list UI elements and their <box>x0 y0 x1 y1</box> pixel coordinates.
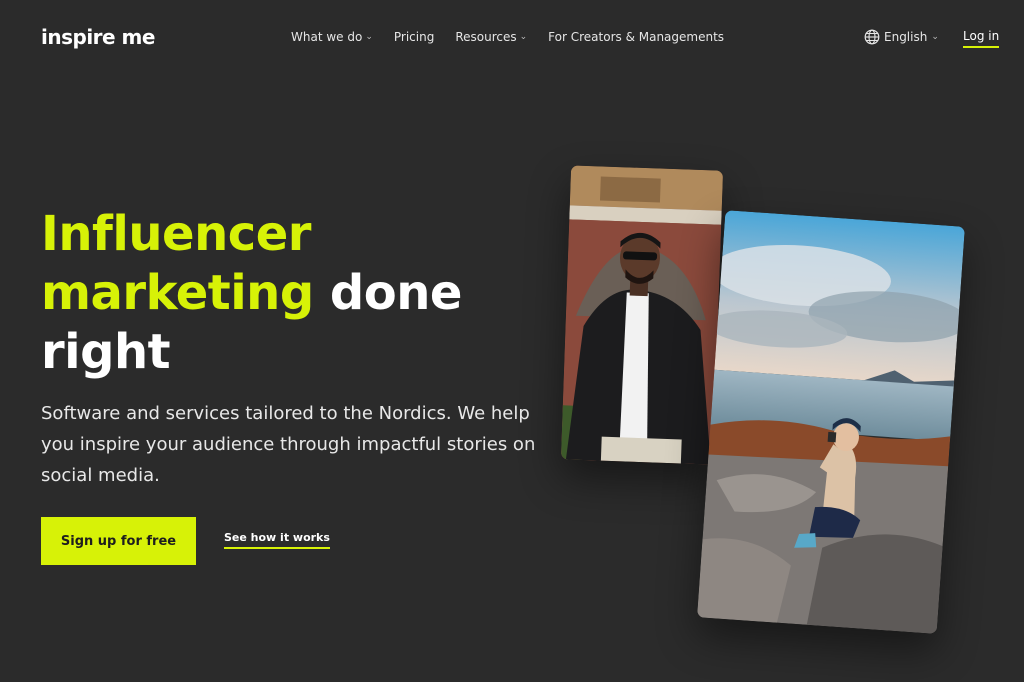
globe-icon <box>864 29 880 45</box>
chevron-down-icon: ⌄ <box>365 32 373 42</box>
creator-photo-man <box>560 165 724 465</box>
signup-button[interactable]: Sign up for free <box>41 517 196 565</box>
hero-title: Influencer marketing done right <box>41 205 501 382</box>
hero-title-accent-2: marketing <box>41 265 314 321</box>
hero-subtitle: Software and services tailored to the No… <box>41 403 536 486</box>
language-label: English <box>884 30 928 44</box>
hero-title-accent-1: Influencer <box>41 206 311 262</box>
nav-pricing[interactable]: Pricing <box>394 30 434 44</box>
nav-resources-label: Resources <box>455 30 517 44</box>
main-nav: What we do ⌄ Pricing Resources ⌄ For Cre… <box>291 30 724 44</box>
site-header: inspire me What we do ⌄ Pricing Resource… <box>0 0 1024 76</box>
logo[interactable]: inspire me <box>41 25 155 49</box>
login-link[interactable]: Log in <box>963 29 1000 48</box>
nav-resources[interactable]: Resources ⌄ <box>455 30 527 44</box>
nav-creators-label: For Creators & Managements <box>548 30 725 44</box>
creator-photo-coast <box>697 210 965 634</box>
nav-what-we-do[interactable]: What we do ⌄ <box>291 30 373 44</box>
nav-creators[interactable]: For Creators & Managements <box>548 30 724 44</box>
see-how-it-works-link[interactable]: See how it works <box>224 531 330 549</box>
nav-pricing-label: Pricing <box>393 30 435 44</box>
language-selector[interactable]: English ⌄ <box>864 29 939 45</box>
nav-what-we-do-label: What we do <box>291 30 363 44</box>
chevron-down-icon: ⌄ <box>519 32 528 42</box>
chevron-down-icon: ⌄ <box>931 32 939 42</box>
hero-title-rest-1: done <box>329 265 463 321</box>
hero-title-rest-2: right <box>41 324 171 380</box>
